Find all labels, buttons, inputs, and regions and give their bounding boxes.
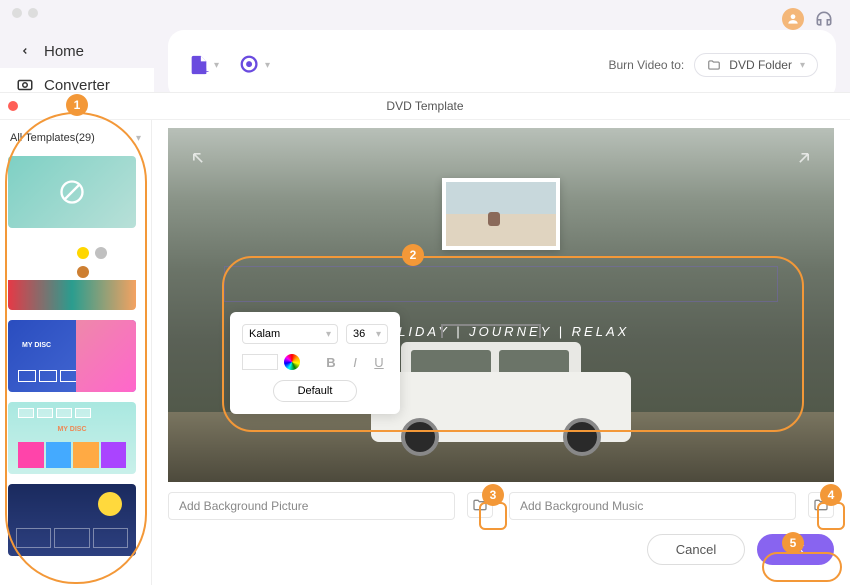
burn-label: Burn Video to: bbox=[608, 58, 684, 72]
template-thumb[interactable] bbox=[8, 156, 136, 228]
step-badge-2: 2 bbox=[402, 244, 424, 266]
close-icon[interactable] bbox=[8, 101, 18, 111]
chevron-down-icon[interactable]: ▾ bbox=[265, 60, 270, 71]
template-preview: HOLIDAY | JOURNEY | RELAX bbox=[168, 128, 834, 482]
preview-area: HOLIDAY | JOURNEY | RELAX bbox=[152, 120, 850, 585]
template-thumb[interactable] bbox=[8, 238, 136, 310]
color-swatch[interactable] bbox=[242, 354, 278, 370]
default-button[interactable]: Default bbox=[273, 380, 358, 402]
dvd-output-select[interactable]: DVD Folder ▾ bbox=[694, 53, 818, 77]
minimize-dot[interactable] bbox=[28, 8, 38, 18]
font-size-value: 36 bbox=[353, 328, 365, 340]
dvd-template-modal: DVD Template All Templates(29) ▾ bbox=[0, 92, 850, 586]
support-icon[interactable] bbox=[814, 9, 834, 29]
bg-music-placeholder: Add Background Music bbox=[520, 499, 643, 513]
folder-icon bbox=[707, 58, 721, 72]
add-file-icon[interactable]: + bbox=[186, 52, 212, 78]
add-disc-icon[interactable] bbox=[237, 52, 263, 78]
template-filter-select[interactable]: All Templates(29) ▾ bbox=[8, 128, 143, 148]
step-badge-3: 3 bbox=[482, 484, 504, 506]
none-icon bbox=[58, 178, 86, 206]
cancel-button[interactable]: Cancel bbox=[647, 534, 745, 565]
avatar[interactable] bbox=[782, 8, 804, 30]
bold-button[interactable]: B bbox=[322, 355, 340, 370]
modal-title: DVD Template bbox=[386, 99, 463, 113]
template-filter-label: All Templates(29) bbox=[10, 132, 95, 144]
step-badge-4: 4 bbox=[820, 484, 842, 506]
nav-home[interactable]: Home bbox=[0, 34, 154, 68]
chevron-down-icon[interactable]: ▾ bbox=[214, 60, 219, 71]
arrow-up-left-icon bbox=[188, 148, 208, 168]
template-thumb[interactable] bbox=[8, 484, 136, 556]
modal-header: DVD Template bbox=[0, 93, 850, 120]
bg-picture-input[interactable]: Add Background Picture bbox=[168, 492, 455, 520]
bg-picture-placeholder: Add Background Picture bbox=[179, 499, 308, 513]
main-toolbar: + ▾ ▾ Burn Video to: DVD Folder ▾ bbox=[168, 30, 836, 100]
nav-home-label: Home bbox=[44, 43, 84, 60]
font-family-value: Kalam bbox=[249, 328, 280, 340]
nav-converter-label: Converter bbox=[44, 77, 110, 94]
title-text-field[interactable] bbox=[224, 266, 778, 302]
text-editor-popup: Kalam ▾ 36 ▾ B I U bbox=[230, 312, 400, 414]
font-size-select[interactable]: 36 ▾ bbox=[346, 324, 388, 344]
window-traffic-lights bbox=[0, 0, 850, 26]
template-sidebar: All Templates(29) ▾ MY DISC bbox=[0, 120, 152, 585]
underline-button[interactable]: U bbox=[370, 355, 388, 370]
font-family-select[interactable]: Kalam ▾ bbox=[242, 324, 338, 344]
arrow-up-right-icon bbox=[794, 148, 814, 168]
template-thumb[interactable]: MY DISC bbox=[8, 320, 136, 392]
template-list: MY DISC MY DISC bbox=[8, 156, 143, 556]
chevron-down-icon: ▾ bbox=[326, 329, 331, 340]
car-graphic bbox=[371, 332, 631, 442]
inset-photo bbox=[442, 178, 560, 250]
italic-button[interactable]: I bbox=[346, 355, 364, 370]
chevron-left-icon bbox=[16, 42, 34, 60]
chevron-down-icon: ▾ bbox=[136, 133, 141, 144]
dvd-option-label: DVD Folder bbox=[729, 58, 792, 72]
chevron-down-icon: ▾ bbox=[376, 329, 381, 340]
step-badge-1: 1 bbox=[66, 94, 88, 116]
close-dot[interactable] bbox=[12, 8, 22, 18]
bg-music-input[interactable]: Add Background Music bbox=[509, 492, 796, 520]
template-thumb[interactable]: MY DISC bbox=[8, 402, 136, 474]
svg-text:+: + bbox=[203, 66, 209, 76]
color-picker-icon[interactable] bbox=[284, 354, 300, 370]
chevron-down-icon: ▾ bbox=[800, 60, 805, 71]
step-badge-5: 5 bbox=[782, 532, 804, 554]
